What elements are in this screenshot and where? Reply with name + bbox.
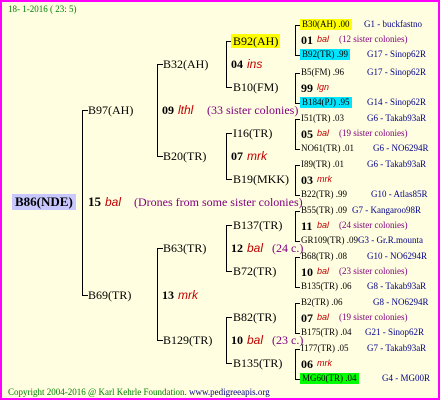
- gen4-4-dam-line[interactable]: GR109(TR) .09: [301, 235, 358, 246]
- gen4-6-sire-right: G8 - NO6294R: [373, 297, 429, 307]
- gen4-1-number: 99: [301, 81, 313, 95]
- gen4-4-sire-line[interactable]: B55(TR) .09: [301, 205, 347, 216]
- gen1-bottom-tag: mrk: [178, 288, 198, 302]
- gen4-2-tag: bal: [317, 128, 330, 138]
- gen3-d2-queen[interactable]: B135(TR): [233, 356, 282, 370]
- gen2-b-number: 07: [231, 149, 243, 163]
- gen2-d-tag: bal: [247, 333, 264, 347]
- gen4-1-dam-line[interactable]: B184(PJ) .95: [300, 97, 352, 108]
- gen4-0-dam-line[interactable]: B92(TR) .99: [300, 49, 350, 60]
- gen2-d-queen[interactable]: B129(TR): [163, 333, 212, 347]
- gen4-0-note: (12 sister colonies): [339, 34, 408, 44]
- gen2-c-tag: bal: [247, 241, 264, 255]
- gen1-top-tag: lthl: [178, 103, 194, 117]
- gen3-c2-queen[interactable]: B72(TR): [233, 264, 276, 278]
- gen4-6-note: (19 sister colonies): [339, 312, 408, 322]
- gen4-5-dam-line[interactable]: B135(TR) .06: [301, 281, 352, 292]
- gen4-5-tag: bal: [317, 266, 330, 276]
- gen4-5-note: (23 sister colonies): [339, 266, 408, 276]
- root-note: (Drones from some sister colonies): [134, 195, 303, 209]
- gen2-b-queen[interactable]: B20(TR): [163, 149, 206, 163]
- gen4-1-sire-right: G17 - Sinop62R: [367, 67, 427, 77]
- gen4-6-sire-line[interactable]: B2(TR) .06: [301, 297, 343, 308]
- gen4-4-sire-right: G7 - Kangaroo98R: [352, 205, 421, 215]
- gen1-top-note: (33 sister colonies): [207, 103, 299, 117]
- gen4-7-dam-line[interactable]: MG60(TR) .04: [300, 373, 359, 384]
- footer-copyright: Copyright 2004-2016 @ Karl Kehrle Founda…: [8, 387, 187, 397]
- gen1-bottom-number: 13: [162, 288, 174, 302]
- gen4-3-dam-line[interactable]: B22(TR) .99: [301, 189, 347, 200]
- header-date: 18- 1-2016 ( 23: 5): [8, 4, 77, 14]
- gen4-5-number: 10: [301, 265, 313, 279]
- gen4-5-dam-right: G8 - Takab93aR: [367, 281, 427, 291]
- gen4-4-number: 11: [301, 219, 313, 233]
- gen4-4-tag: bal: [317, 220, 330, 230]
- gen3-d1-queen[interactable]: B82(TR): [233, 310, 276, 324]
- gen4-2-note: (19 sister colonies): [339, 128, 408, 138]
- gen4-2-dam-right: G6 - NO6294R: [373, 143, 429, 153]
- gen4-2-sire-line[interactable]: I51(TR) .03: [301, 113, 344, 124]
- gen3-a2-queen[interactable]: B10(FM): [233, 80, 278, 94]
- gen4-3-dam-right: G10 - Atlas85R: [371, 189, 428, 199]
- gen4-3-sire-right: G6 - Takab93aR: [367, 159, 427, 169]
- gen1-bottom-queen[interactable]: B69(TR): [88, 288, 131, 302]
- gen4-7-sire-line[interactable]: I177(TR) .05: [301, 343, 349, 354]
- gen4-4-dam-right: G3 - Gr.R.mounta: [358, 235, 423, 245]
- gen2-a-queen[interactable]: B32(AH): [163, 57, 208, 71]
- gen4-7-sire-right: G7 - Takab93aR: [367, 343, 427, 353]
- gen2-d-number: 10: [231, 333, 243, 347]
- root-number: 15: [88, 194, 101, 209]
- gen3-c1-queen[interactable]: B137(TR): [233, 218, 282, 232]
- gen4-0-sire-right: G1 - buckfastno: [364, 19, 422, 29]
- pedigree-chart: 18- 1-2016 ( 23: 5) B86(NDE) 15 bal (Dro…: [0, 0, 440, 400]
- gen4-6-dam-line[interactable]: B175(TR) .04: [301, 327, 352, 338]
- gen4-7-tag: mrk: [317, 358, 332, 368]
- gen4-1-sire-line[interactable]: B5(FM) .96: [301, 67, 344, 78]
- gen4-0-sire-line[interactable]: B30(AH) .00: [300, 19, 352, 30]
- root-tag: bal: [105, 195, 122, 209]
- gen1-top-queen[interactable]: B97(AH): [88, 103, 133, 117]
- gen4-6-dam-right: G21 - Sinop62R: [365, 327, 425, 337]
- gen2-a-number: 04: [231, 57, 243, 71]
- gen4-1-dam-right: G14 - Sinop62R: [367, 97, 427, 107]
- gen3-a1-queen[interactable]: B92(AH): [231, 34, 281, 48]
- gen4-0-dam-right: G17 - Sinop62R: [367, 49, 427, 59]
- gen2-c-queen[interactable]: B63(TR): [163, 241, 206, 255]
- gen4-6-tag: bal: [317, 312, 330, 322]
- gen4-0-tag: bal: [317, 34, 330, 44]
- gen2-c-number: 12: [231, 241, 243, 255]
- gen4-3-sire-line[interactable]: I89(TR) .01: [301, 159, 344, 170]
- gen4-0-number: 01: [301, 33, 313, 47]
- gen4-1-tag: lgn: [317, 82, 330, 92]
- gen3-b2-queen[interactable]: B19(MKK): [233, 172, 289, 186]
- gen4-2-sire-right: G6 - Takab93aR: [367, 113, 427, 123]
- root-queen[interactable]: B86(NDE): [12, 194, 76, 210]
- gen2-c-note: (24 c.): [272, 241, 304, 255]
- footer-site-link[interactable]: www.pedigreeapis.org: [189, 387, 270, 398]
- gen4-6-number: 07: [301, 311, 313, 325]
- gen4-3-number: 03: [301, 173, 313, 187]
- gen4-7-number: 06: [301, 357, 313, 371]
- gen1-top-number: 09: [162, 103, 174, 117]
- gen4-3-tag: mrk: [317, 174, 332, 184]
- gen4-2-number: 05: [301, 127, 313, 141]
- gen2-a-tag: ins: [247, 57, 263, 71]
- gen2-b-tag: mrk: [247, 149, 267, 163]
- gen4-7-dam-right: G4 - MG00R: [382, 373, 431, 383]
- gen4-4-note: (24 sister colonies): [339, 220, 408, 230]
- gen2-d-note: (23 c.): [272, 333, 304, 347]
- gen3-b1-queen[interactable]: I16(TR): [233, 126, 272, 140]
- gen4-2-dam-line[interactable]: NO61(TR) .01: [301, 143, 354, 154]
- gen4-5-sire-line[interactable]: B68(TR) .08: [301, 251, 347, 262]
- gen4-5-sire-right: G10 - NO6294R: [367, 251, 427, 261]
